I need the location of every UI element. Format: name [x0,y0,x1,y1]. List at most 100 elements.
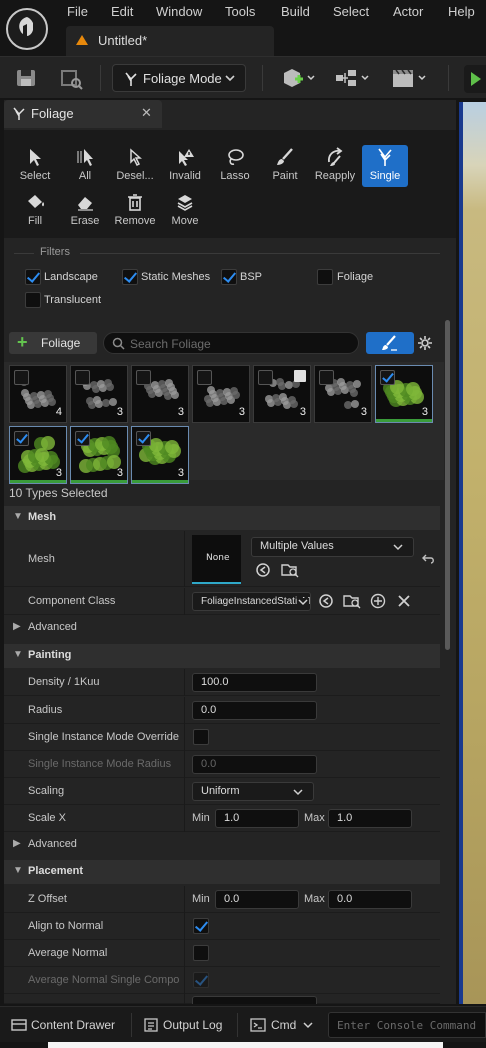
foliage-type-thumbnail[interactable]: 3 [70,426,128,484]
foliage-type-checkbox[interactable] [319,370,334,385]
foliage-type-checkbox[interactable] [380,370,395,385]
component-class-dropdown[interactable]: FoliageInstancedStaticMeshComponent [192,592,311,611]
tool-all[interactable]: All [62,145,108,187]
tool-select-label: Select [19,170,51,182]
foliage-type-checkbox[interactable] [14,370,29,385]
mesh-thumbnail-label: None [206,553,230,563]
foliage-panel-tab[interactable]: Foliage ✕ [4,100,162,128]
menu-select[interactable]: Select [333,4,369,19]
component-class-row: Component Class FoliageInstancedStaticMe… [4,588,440,615]
unreal-logo-icon[interactable] [6,8,48,50]
radius-input[interactable]: 0.0 [192,701,317,720]
cmd-dropdown[interactable]: Cmd [271,1018,296,1032]
document-tab[interactable]: Untitled* [66,26,274,56]
foliage-type-checkbox[interactable] [258,370,273,385]
density-input[interactable]: 100.0 [192,673,317,692]
foliage-type-thumbnail[interactable]: 3 [314,365,372,423]
foliage-type-thumbnail[interactable]: 3 [70,365,128,423]
tool-reapply[interactable]: Reapply [312,145,358,187]
align-to-normal-label: Align to Normal [28,920,104,932]
panel-scrollbar[interactable] [445,320,450,650]
z-offset-max-input[interactable]: 0.0 [328,890,412,909]
foliage-type-thumbnail[interactable]: 4 [9,365,67,423]
save-icon[interactable] [14,65,38,91]
foliage-type-count: 3 [55,467,62,479]
use-selected-icon[interactable] [255,562,271,578]
scale-x-max-input[interactable]: 1.0 [328,809,412,828]
add-icon[interactable] [370,593,386,609]
filter-translucent-checkbox[interactable] [25,292,41,308]
placement-section-header[interactable]: ▼ Placement [4,860,440,884]
painting-section-header[interactable]: ▼ Painting [4,644,440,668]
console-command-input[interactable]: Enter Console Command [328,1012,486,1038]
search-foliage-input[interactable]: Search Foliage [103,332,359,354]
menu-edit[interactable]: Edit [111,4,133,19]
foliage-type-thumbnail[interactable]: 3 [192,365,250,423]
browse-icon[interactable] [281,562,299,578]
menu-build[interactable]: Build [281,4,310,19]
paint-brush-toggle[interactable] [366,332,414,354]
gear-icon[interactable] [417,335,433,351]
add-foliage-button[interactable]: + Foliage [9,332,97,354]
close-icon[interactable]: ✕ [141,105,152,121]
filter-foliage-checkbox[interactable] [317,269,333,285]
foliage-type-checkbox[interactable] [75,431,90,446]
output-log-button[interactable]: Output Log [163,1018,222,1032]
foliage-type-thumbnail[interactable]: 3 [131,365,189,423]
mesh-section-header[interactable]: ▼ Mesh [4,506,440,530]
average-normal-checkbox[interactable] [193,945,209,961]
foliage-type-thumbnail[interactable]: 3 [131,426,189,484]
reset-to-default-icon[interactable] [422,553,436,565]
scaling-dropdown[interactable]: Uniform [192,782,314,801]
foliage-type-thumbnail[interactable]: 3 [375,365,433,423]
tool-remove-label: Remove [114,215,156,227]
menu-file[interactable]: File [67,4,88,19]
painting-advanced-row[interactable]: ▶ Advanced [4,833,440,857]
clear-icon[interactable] [397,594,411,608]
save-icon[interactable] [294,370,306,382]
play-button[interactable] [464,65,486,93]
menu-window[interactable]: Window [156,4,202,19]
tool-select[interactable]: Select [12,145,58,187]
chevron-down-icon[interactable] [303,1021,313,1029]
tool-fill[interactable]: Fill [12,190,58,232]
menu-tools[interactable]: Tools [225,4,255,19]
use-selected-icon[interactable] [318,593,334,609]
mode-dropdown[interactable]: Foliage Mode [112,64,246,92]
tool-move[interactable]: Move [162,190,208,232]
tool-invalid[interactable]: Invalid [162,145,208,187]
foliage-type-checkbox[interactable] [136,431,151,446]
tool-single[interactable]: Single [362,145,408,187]
cinematics-icon[interactable] [390,65,430,91]
filter-bsp-checkbox[interactable] [221,269,237,285]
foliage-type-checkbox[interactable] [75,370,90,385]
tool-remove[interactable]: Remove [112,190,158,232]
tool-lasso[interactable]: Lasso [212,145,258,187]
tool-erase[interactable]: Erase [62,190,108,232]
foliage-type-checkbox[interactable] [136,370,151,385]
add-actor-icon[interactable] [280,65,318,91]
z-offset-min-input[interactable]: 0.0 [215,890,299,909]
menu-help[interactable]: Help [448,4,475,19]
tool-deselect[interactable]: Desel... [112,145,158,187]
single-mode-override-checkbox[interactable] [193,729,209,745]
level-viewport[interactable] [459,102,486,1004]
filter-landscape-checkbox[interactable] [25,269,41,285]
mesh-advanced-row[interactable]: ▶ Advanced [4,616,440,640]
align-to-normal-checkbox[interactable] [193,918,209,934]
blueprint-icon[interactable] [334,65,374,91]
browse-icon[interactable] [343,593,361,609]
foliage-type-thumbnail[interactable]: 3 [9,426,67,484]
foliage-type-thumbnail[interactable]: 3 [253,365,311,423]
browse-level-icon[interactable] [58,65,84,91]
scale-x-min-input[interactable]: 1.0 [215,809,299,828]
trash-icon [128,194,142,211]
menu-actor[interactable]: Actor [393,4,423,19]
content-drawer-button[interactable]: Content Drawer [31,1018,115,1032]
tool-paint[interactable]: Paint [262,145,308,187]
mesh-dropdown[interactable]: Multiple Values [251,537,414,557]
filter-static-meshes-checkbox[interactable] [122,269,138,285]
mesh-thumbnail[interactable]: None [192,535,241,584]
foliage-type-checkbox[interactable] [197,370,212,385]
foliage-type-checkbox[interactable] [14,431,29,446]
